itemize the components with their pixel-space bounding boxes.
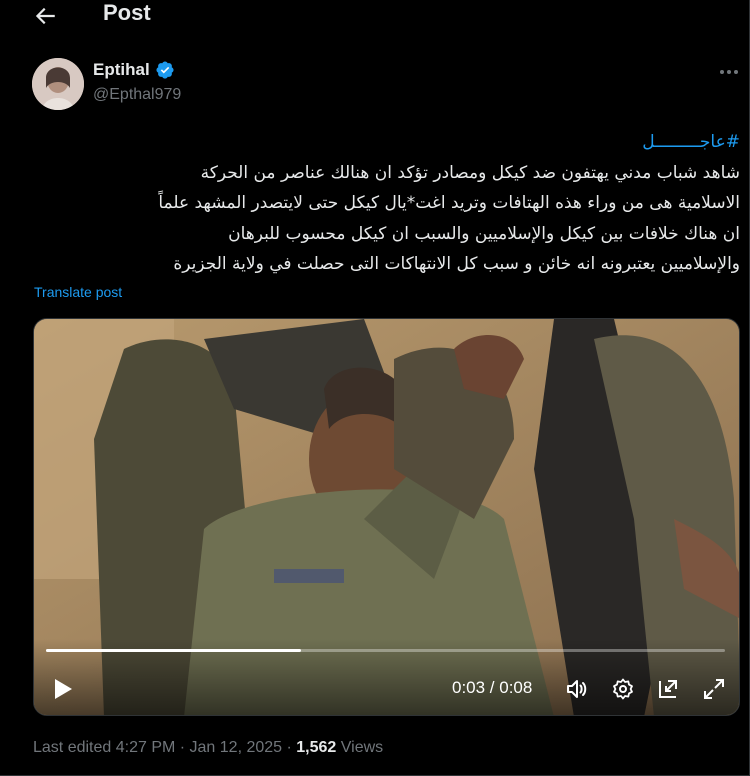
avatar[interactable]	[32, 58, 84, 110]
play-icon[interactable]	[52, 677, 74, 701]
post-line: ان هناك خلافات بين كيكل والإسلاميين والس…	[228, 223, 740, 244]
author-name[interactable]: Eptihal	[93, 60, 150, 80]
back-arrow-icon[interactable]	[32, 3, 58, 29]
author-handle[interactable]: @Epthal979	[93, 86, 181, 104]
pop-out-icon[interactable]	[656, 677, 680, 701]
video-player[interactable]: 0:03 / 0:08	[33, 318, 740, 716]
author-name-row: Eptihal	[93, 60, 175, 80]
views-label: Views	[336, 739, 384, 756]
post-line: الاسلامية هى من وراء هذه الهتافات وتريد …	[158, 193, 740, 213]
top-bar: Post	[0, 0, 740, 34]
avatar-image	[32, 58, 84, 110]
post-line: والإسلاميين يعتبرونه انه خائن و سبب كل ا…	[173, 254, 740, 274]
translate-post-link[interactable]: Translate post	[34, 284, 122, 300]
views-count: 1,562	[296, 739, 337, 756]
post-page: Post Eptihal @Epthal979 #عاجـــــــــل ش…	[0, 0, 750, 776]
video-progress-bar[interactable]	[46, 649, 725, 652]
page-title: Post	[103, 0, 151, 25]
edited-timestamp[interactable]: Last edited 4:27 PM · Jan 12, 2025 ·	[33, 739, 296, 756]
verified-badge-icon[interactable]	[155, 60, 175, 80]
video-progress-fill	[46, 649, 301, 652]
fullscreen-icon[interactable]	[702, 677, 726, 701]
post-text: #عاجـــــــــل شاهد شباب مدني يهتفون ضد …	[33, 127, 740, 280]
settings-icon[interactable]	[611, 677, 635, 701]
post-line: شاهد شباب مدني يهتفون ضد كيكل ومصادر تؤك…	[200, 162, 740, 183]
more-icon[interactable]	[718, 66, 740, 78]
hashtag-link[interactable]: #عاجـــــــــل	[642, 132, 740, 152]
video-time: 0:03 / 0:08	[452, 678, 533, 697]
post-meta: Last edited 4:27 PM · Jan 12, 2025 · 1,5…	[33, 739, 383, 757]
volume-icon[interactable]	[564, 677, 588, 701]
